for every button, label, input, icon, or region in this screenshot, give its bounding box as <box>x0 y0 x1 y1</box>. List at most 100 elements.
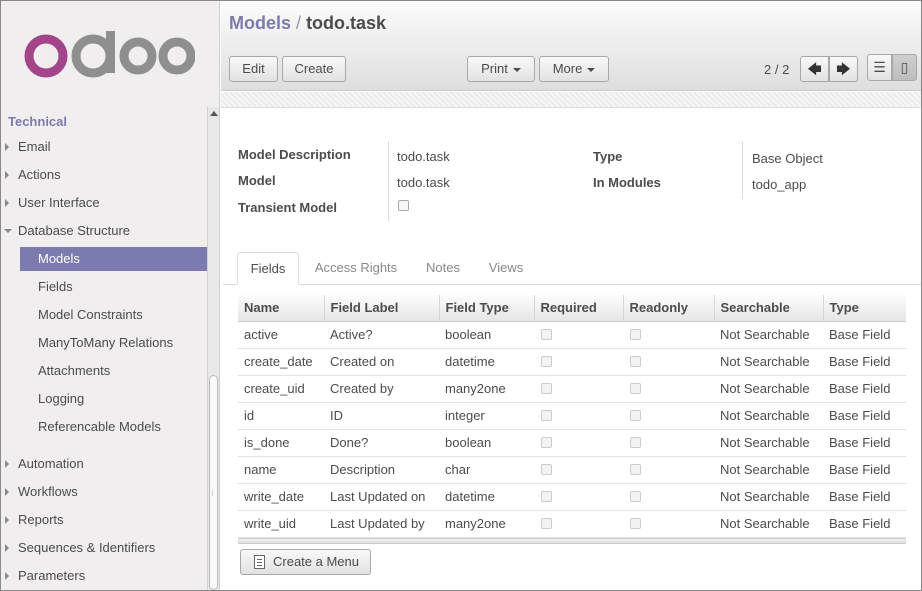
edit-button[interactable]: Edit <box>229 56 278 82</box>
caret-right-icon <box>5 516 9 524</box>
print-dropdown-button[interactable]: Print <box>467 56 535 82</box>
cell-ftype: integer <box>439 402 534 430</box>
column-header-field-type[interactable]: Field Type <box>438 295 534 322</box>
sidebar-item-parameters[interactable]: Parameters <box>1 564 207 588</box>
column-header-readonly[interactable]: Readonly <box>622 295 714 322</box>
create-a-menu-button[interactable]: Create a Menu <box>240 549 371 575</box>
cell-name: is_done <box>238 429 324 457</box>
model-description-value: todo.task <box>397 149 450 164</box>
table-header-row: Name Field Label Field Type Required Rea… <box>238 295 906 322</box>
caret-right-icon <box>5 171 9 179</box>
table-row[interactable]: name Description char Not Searchable Base Fi… <box>238 456 906 484</box>
scrollbar-thumb[interactable] <box>209 375 218 590</box>
caret-right-icon <box>5 143 9 151</box>
cell-ftype: boolean <box>439 321 534 349</box>
sidebar-item-label: Email <box>18 139 51 154</box>
column-header-required[interactable]: Required <box>533 295 623 322</box>
tab-notes[interactable]: Notes <box>413 252 473 285</box>
tab-views[interactable]: Views <box>477 252 535 285</box>
scroll-up-icon[interactable] <box>210 111 218 116</box>
readonly-checkbox <box>630 436 641 448</box>
sidebar-item-many2many-relations[interactable]: ManyToMany Relations <box>1 331 207 355</box>
form-view-button[interactable]: ▯ <box>892 54 917 81</box>
table-row[interactable]: is_done Done? boolean Not Searchable Base Fi… <box>238 429 906 457</box>
in-modules-value: todo_app <box>752 177 807 192</box>
breadcrumb-parent-link[interactable]: Models <box>229 13 291 33</box>
column-header-field-label[interactable]: Field Label <box>323 295 439 322</box>
sidebar-item-label: Parameters <box>18 568 86 583</box>
readonly-checkbox <box>630 409 641 421</box>
sidebar-item-database-structure[interactable]: Database Structure <box>1 219 207 243</box>
column-header-searchable[interactable]: Searchable <box>713 295 823 322</box>
sidebar: Technical Email Actions User Interface D… <box>1 1 220 590</box>
sidebar-item-user-interface[interactable]: User Interface <box>1 191 207 215</box>
readonly-checkbox <box>630 517 641 529</box>
required-checkbox <box>541 517 552 529</box>
caret-down-icon <box>4 229 12 233</box>
sidebar-item-actions[interactable]: Actions <box>1 163 207 187</box>
cell-name: create_date <box>238 348 324 376</box>
arrow-right-icon: 🡆 <box>836 61 851 77</box>
table-row[interactable]: id ID integer Not Searchable Base Field <box>238 402 906 430</box>
cell-readonly <box>623 321 714 349</box>
sidebar-item-logging[interactable]: Logging <box>1 387 207 411</box>
more-dropdown-button[interactable]: More <box>539 56 609 82</box>
create-button[interactable]: Create <box>282 56 346 82</box>
sidebar-item-attachments[interactable]: Attachments <box>1 359 207 383</box>
sidebar-item-workflows[interactable]: Workflows <box>1 480 207 504</box>
sidebar-item-sequences-identifiers[interactable]: Sequences & Identifiers <box>1 536 207 560</box>
tab-fields[interactable]: Fields <box>237 252 299 285</box>
sidebar-item-label: Logging <box>38 391 85 406</box>
cell-required <box>534 483 623 511</box>
cell-ftype: many2one <box>439 375 534 403</box>
sidebar-item-automation[interactable]: Automation <box>1 452 207 476</box>
table-row[interactable]: write_uid Last Updated by many2one Not Sear… <box>238 510 906 538</box>
odoo-logo[interactable] <box>23 31 195 81</box>
cell-required <box>534 348 623 376</box>
sidebar-scrollbar[interactable]: ⁝ <box>207 107 219 590</box>
menu-section-title: Technical <box>8 114 68 129</box>
required-checkbox <box>541 463 552 475</box>
cell-name: write_date <box>238 483 324 511</box>
caret-right-icon <box>5 544 9 552</box>
sheet-background <box>221 92 921 108</box>
cell-searchable: Not Searchable <box>714 321 823 349</box>
sidebar-item-model-constraints[interactable]: Model Constraints <box>1 303 207 327</box>
cell-label: Created by <box>324 375 439 403</box>
tab-access-rights[interactable]: Access Rights <box>303 252 409 285</box>
cell-type: Base Field <box>823 456 906 484</box>
field-divider <box>742 141 743 199</box>
cell-label: Description <box>324 456 439 484</box>
in-modules-label: In Modules <box>593 175 661 190</box>
cell-searchable: Not Searchable <box>714 375 823 403</box>
fields-table: Name Field Label Field Type Required Rea… <box>238 295 906 538</box>
sidebar-item-email[interactable]: Email <box>1 135 207 159</box>
sidebar-item-label: Referencable Models <box>38 419 161 434</box>
pager-counter[interactable]: 2 / 2 <box>764 62 789 77</box>
pager-previous-button[interactable]: 🡄 <box>800 56 829 82</box>
column-header-type[interactable]: Type <box>822 295 906 322</box>
sidebar-item-label: Actions <box>18 167 61 182</box>
type-label: Type <box>593 149 623 164</box>
cell-type: Base Field <box>823 321 906 349</box>
caret-right-icon <box>5 572 9 580</box>
sidebar-item-label: ManyToMany Relations <box>38 335 174 350</box>
type-value: Base Object <box>752 151 823 166</box>
sidebar-item-models[interactable]: Models <box>20 247 207 271</box>
table-row[interactable]: write_date Last Updated on datetime Not Sea… <box>238 483 906 511</box>
cell-searchable: Not Searchable <box>714 348 823 376</box>
column-header-name[interactable]: Name <box>238 295 324 322</box>
cell-name: active <box>238 321 324 349</box>
table-row[interactable]: create_date Created on datetime Not Searcha… <box>238 348 906 376</box>
table-row[interactable]: active Active? boolean Not Searchable Base F… <box>238 321 906 349</box>
list-view-button[interactable]: ☰ <box>867 54 892 81</box>
sidebar-item-label: Database Structure <box>18 223 131 238</box>
sidebar-item-referencable-models[interactable]: Referencable Models <box>1 415 207 439</box>
sidebar-item-reports[interactable]: Reports <box>1 508 207 532</box>
cell-required <box>534 510 623 538</box>
table-row[interactable]: create_uid Created by many2one Not Searchab… <box>238 375 906 403</box>
pager-next-button[interactable]: 🡆 <box>829 56 858 82</box>
sidebar-item-fields[interactable]: Fields <box>1 275 207 299</box>
cell-ftype: boolean <box>439 429 534 457</box>
cell-label: ID <box>324 402 439 430</box>
